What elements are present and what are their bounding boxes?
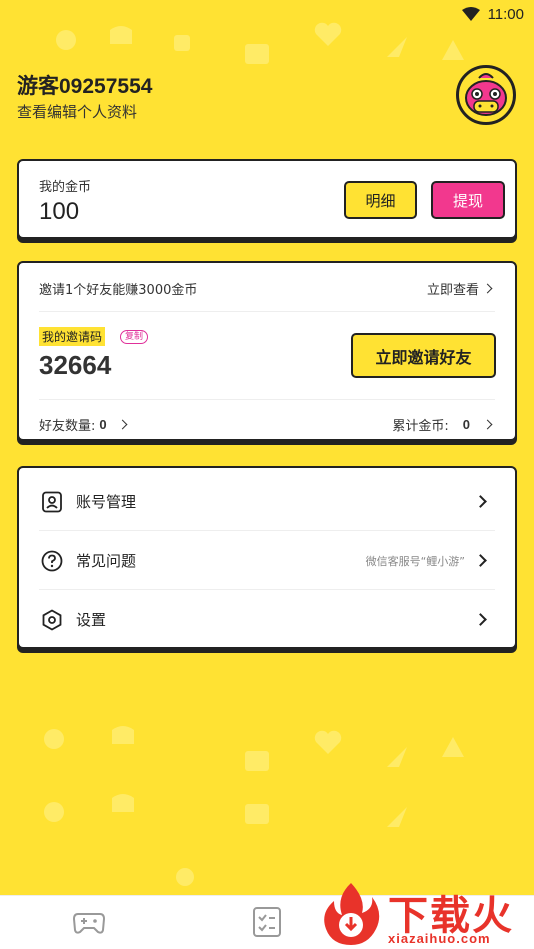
question-icon: [41, 550, 63, 571]
wechat-service-hint: 微信客服号“鲤小游”: [365, 554, 465, 568]
menu-item-account[interactable]: 账号管理: [19, 472, 515, 531]
chevron-right-icon: [117, 419, 128, 430]
account-card-icon: [42, 491, 62, 512]
menu-item-label: 账号管理: [76, 493, 137, 511]
profile-name: 游客09257554: [17, 75, 153, 98]
chevron-right-icon: [474, 495, 487, 508]
watermark-logo: 下载火 xiazaihuo.com: [316, 879, 534, 949]
flame-logo-icon: [324, 883, 380, 945]
invite-friends-button[interactable]: 立即邀请好友: [351, 333, 496, 378]
withdraw-button[interactable]: 提现: [431, 181, 505, 219]
chevron-right-icon: [482, 419, 493, 430]
avatar[interactable]: [456, 65, 516, 125]
status-time: 11:00: [487, 5, 524, 23]
invite-headline: 邀请1个好友能赚3000金币: [39, 283, 198, 298]
menu-item-settings[interactable]: 设置: [19, 590, 515, 649]
bird-mascot-icon: [465, 73, 507, 116]
menu-card: 账号管理 常见问题 微信客服号“鲤小游” 设置: [17, 466, 517, 649]
watermark-url: xiazaihuo.com: [388, 931, 491, 946]
wifi-icon: [461, 7, 480, 21]
divider: [39, 399, 495, 400]
detail-button[interactable]: 明细: [344, 181, 417, 219]
view-now-label: 立即查看: [426, 283, 479, 298]
menu-item-label: 设置: [76, 611, 107, 629]
total-coins-label: 累计金币:: [392, 419, 449, 434]
chevron-right-icon: [474, 554, 487, 567]
total-coins-value: 0: [462, 417, 470, 432]
edit-profile-link[interactable]: 查看编辑个人资料: [17, 101, 137, 122]
status-bar: 11:00: [0, 0, 534, 28]
friends-count-label: 好友数量:: [39, 419, 96, 434]
divider: [39, 311, 495, 312]
menu-item-label: 常见问题: [76, 552, 137, 570]
friends-count-row[interactable]: 好友数量: 0: [39, 415, 128, 434]
coins-card: 我的金币 100 明细 提现: [17, 159, 517, 239]
task-list-icon[interactable]: [250, 906, 284, 938]
friends-count-value: 0: [99, 417, 107, 432]
view-now-link[interactable]: 立即查看: [426, 279, 493, 298]
copy-code-button[interactable]: 复制: [120, 330, 149, 344]
coins-label: 我的金币: [39, 180, 92, 195]
invite-code: 32664: [39, 350, 112, 380]
invite-code-label: 我的邀请码: [39, 327, 106, 346]
coins-value: 100: [39, 198, 80, 225]
menu-item-faq[interactable]: 常见问题 微信客服号“鲤小游”: [19, 531, 515, 590]
invite-card: 邀请1个好友能赚3000金币 立即查看 我的邀请码 复制 32664 立即邀请好…: [17, 261, 517, 441]
chevron-right-icon: [482, 283, 493, 294]
total-coins-row[interactable]: 累计金币: 0: [392, 415, 493, 434]
gamepad-icon[interactable]: [72, 906, 106, 938]
chevron-right-icon: [474, 613, 487, 626]
settings-hex-icon: [42, 608, 62, 631]
